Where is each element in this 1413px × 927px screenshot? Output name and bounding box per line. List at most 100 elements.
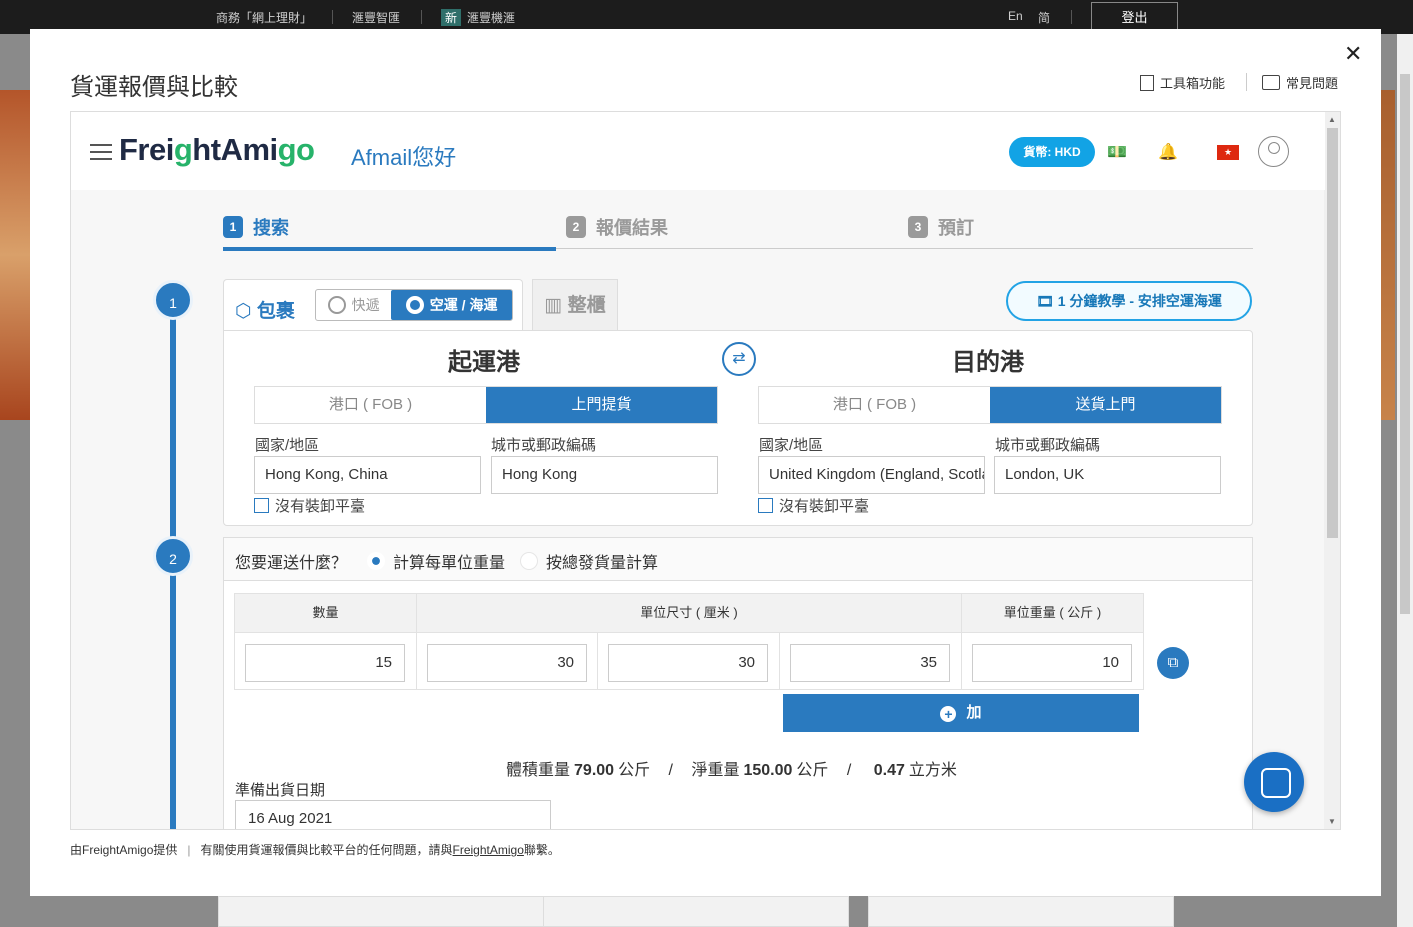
origin-no-loading-dock[interactable]: 沒有裝卸平臺 — [254, 495, 365, 516]
freight-quote-modal: ✕ 貨運報價與比較 工具箱功能 常見問題 ▲ ▼ FreightAmigo Af… — [30, 29, 1381, 896]
step-number: 1 — [223, 216, 243, 238]
destination-mode-port[interactable]: 港口 ( FOB ) — [759, 387, 990, 423]
width-input[interactable]: 30 — [608, 644, 768, 682]
tab-parcel[interactable]: ⬡ 包裹 — [235, 296, 295, 323]
nav-machine-remit-label: 滙豐機滙 — [467, 11, 516, 25]
background-card — [543, 896, 849, 927]
radio-total-shipment[interactable]: 按總發貨量計算 — [520, 549, 658, 573]
destination-mode-door-delivery[interactable]: 送貨上門 — [990, 387, 1221, 423]
radio-unselected[interactable] — [520, 552, 538, 570]
copy-icon[interactable]: ⧉ — [1157, 647, 1189, 679]
nav-separator — [332, 10, 333, 24]
modal-footer: 由FreightAmigo提供 | 有關使用貨運報價與比較平台的任何問題，請與Fre… — [70, 843, 560, 857]
box-icon: ⬡ — [235, 301, 257, 322]
destination-title: 目的港 — [952, 349, 1024, 376]
option-express[interactable]: 快遞 — [316, 290, 391, 320]
book-icon — [1262, 75, 1280, 90]
destination-country-label: 國家/地區 — [759, 437, 824, 454]
tab-full-container[interactable]: ▥ 整櫃 — [532, 279, 618, 331]
new-badge: 新 — [441, 9, 462, 26]
modal-title: 貨運報價與比較 — [70, 73, 238, 101]
add-item-button[interactable]: + 加 — [783, 694, 1139, 732]
page-scrollbar[interactable] — [1397, 34, 1413, 927]
radio-selected[interactable] — [367, 552, 385, 570]
logout-button[interactable]: 登出 — [1091, 2, 1178, 32]
hong-kong-flag-icon[interactable]: ★ — [1217, 145, 1239, 160]
destination-no-loading-dock[interactable]: 沒有裝卸平臺 — [758, 495, 869, 516]
origin-country-input[interactable]: Hong Kong, China — [254, 456, 481, 494]
step-quote-results: 2 報價結果 — [566, 214, 668, 240]
nav-machine-remit[interactable]: 新滙豐機滙 — [441, 9, 515, 26]
step-number: 3 — [908, 216, 928, 238]
freightamigo-logo: FreightAmigo — [119, 132, 315, 167]
timeline-step-2: 2 — [153, 536, 193, 576]
origin-city-input[interactable]: Hong Kong — [491, 456, 718, 494]
ready-date-input[interactable]: 16 Aug 2021 — [235, 800, 551, 829]
destination-country-input[interactable]: United Kingdom (England, Scotland) — [758, 456, 985, 494]
ready-date-label: 準備出貨日期 — [235, 782, 326, 799]
background-card — [218, 896, 544, 927]
checkbox[interactable] — [254, 498, 269, 513]
menu-icon[interactable] — [90, 144, 112, 160]
plus-icon: + — [940, 706, 957, 722]
step-label: 搜索 — [253, 218, 289, 238]
column-unit-weight: 單位重量 ( 公斤 ) — [961, 593, 1144, 633]
page-scrollbar-thumb[interactable] — [1400, 74, 1410, 614]
video-icon: 🎞 — [1036, 293, 1054, 309]
tutorial-video-button[interactable]: 🎞 1 分鐘教學 - 安排空運海運 — [1006, 281, 1252, 321]
user-avatar-icon[interactable] — [1258, 136, 1289, 167]
origin-mode-door-pickup[interactable]: 上門提貨 — [486, 387, 717, 423]
step-label: 預訂 — [938, 218, 974, 238]
column-quantity: 數量 — [234, 593, 417, 633]
step-number: 2 — [566, 216, 586, 238]
step-label: 報價結果 — [596, 218, 668, 238]
weight-input[interactable]: 10 — [972, 644, 1132, 682]
length-input[interactable]: 30 — [427, 644, 587, 682]
nav-business-banking[interactable]: 商務「網上理財」 — [216, 9, 312, 26]
toolbar-separator — [1246, 73, 1247, 91]
origin-title: 起運港 — [448, 349, 520, 376]
checkbox[interactable] — [758, 498, 773, 513]
frame-scrollbar[interactable]: ▲ ▼ — [1324, 112, 1340, 829]
quantity-input[interactable]: 15 — [245, 644, 405, 682]
cargo-question: 您要運送什麼？ — [235, 555, 348, 572]
height-input[interactable]: 35 — [790, 644, 950, 682]
currency-selector[interactable]: 貨幣: HKD — [1009, 137, 1095, 167]
service-type-toggle: 快遞 空運 / 海運 — [315, 289, 513, 321]
scroll-down-arrow-icon[interactable]: ▼ — [1328, 817, 1336, 826]
scroll-up-arrow-icon[interactable]: ▲ — [1328, 115, 1336, 124]
freightamigo-frame: ▲ ▼ FreightAmigo Afmail您好 貨幣: HKD 💵 🔔 ★ … — [70, 111, 1341, 830]
chat-icon[interactable] — [1244, 752, 1304, 812]
destination-city-label: 城市或郵政編碼 — [995, 437, 1101, 454]
radio-per-unit[interactable]: 計算每單位重量 — [367, 549, 505, 573]
bell-icon[interactable]: 🔔 — [1158, 142, 1178, 162]
toolbox-link[interactable]: 工具箱功能 — [1140, 73, 1225, 92]
freightamigo-link[interactable]: FreightAmigo — [453, 843, 524, 857]
app-header: FreightAmigo Afmail您好 貨幣: HKD 💵 🔔 ★ — [71, 112, 1325, 190]
column-unit-dimensions: 單位尺寸 ( 厘米 ) — [416, 593, 962, 633]
step-search: 1 搜索 — [223, 214, 289, 240]
origin-mode-toggle: 港口 ( FOB ) 上門提貨 — [254, 386, 718, 424]
destination-mode-toggle: 港口 ( FOB ) 送貨上門 — [758, 386, 1222, 424]
faq-link[interactable]: 常見問題 — [1262, 73, 1338, 92]
faq-label: 常見問題 — [1286, 76, 1339, 91]
lang-english[interactable]: En — [1008, 9, 1023, 23]
origin-mode-port[interactable]: 港口 ( FOB ) — [255, 387, 486, 423]
origin-city-label: 城市或郵政編碼 — [491, 437, 597, 454]
money-icon[interactable]: 💵 — [1107, 142, 1127, 162]
destination-city-input[interactable]: London, UK — [994, 456, 1221, 494]
close-icon[interactable]: ✕ — [1344, 41, 1362, 67]
cargo-summary: 體積重量 79.00 公斤 / 淨重量 150.00 公斤 / 0.47 立方米 — [506, 762, 957, 779]
origin-country-label: 國家/地區 — [255, 437, 320, 454]
swap-icon[interactable]: ⇄ — [722, 342, 756, 376]
option-air-sea[interactable]: 空運 / 海運 — [391, 290, 512, 320]
background-banner-right — [1381, 90, 1395, 420]
frame-scrollbar-thumb[interactable] — [1327, 128, 1338, 538]
toolbox-label: 工具箱功能 — [1160, 76, 1226, 91]
timeline-step-1: 1 — [153, 280, 193, 320]
nav-separator — [1071, 10, 1072, 24]
lang-simplified-chinese[interactable]: 简 — [1038, 9, 1050, 26]
nav-smart-remit[interactable]: 滙豐智匯 — [352, 9, 400, 26]
background-card — [868, 896, 1174, 927]
container-icon: ▥ — [544, 295, 568, 316]
